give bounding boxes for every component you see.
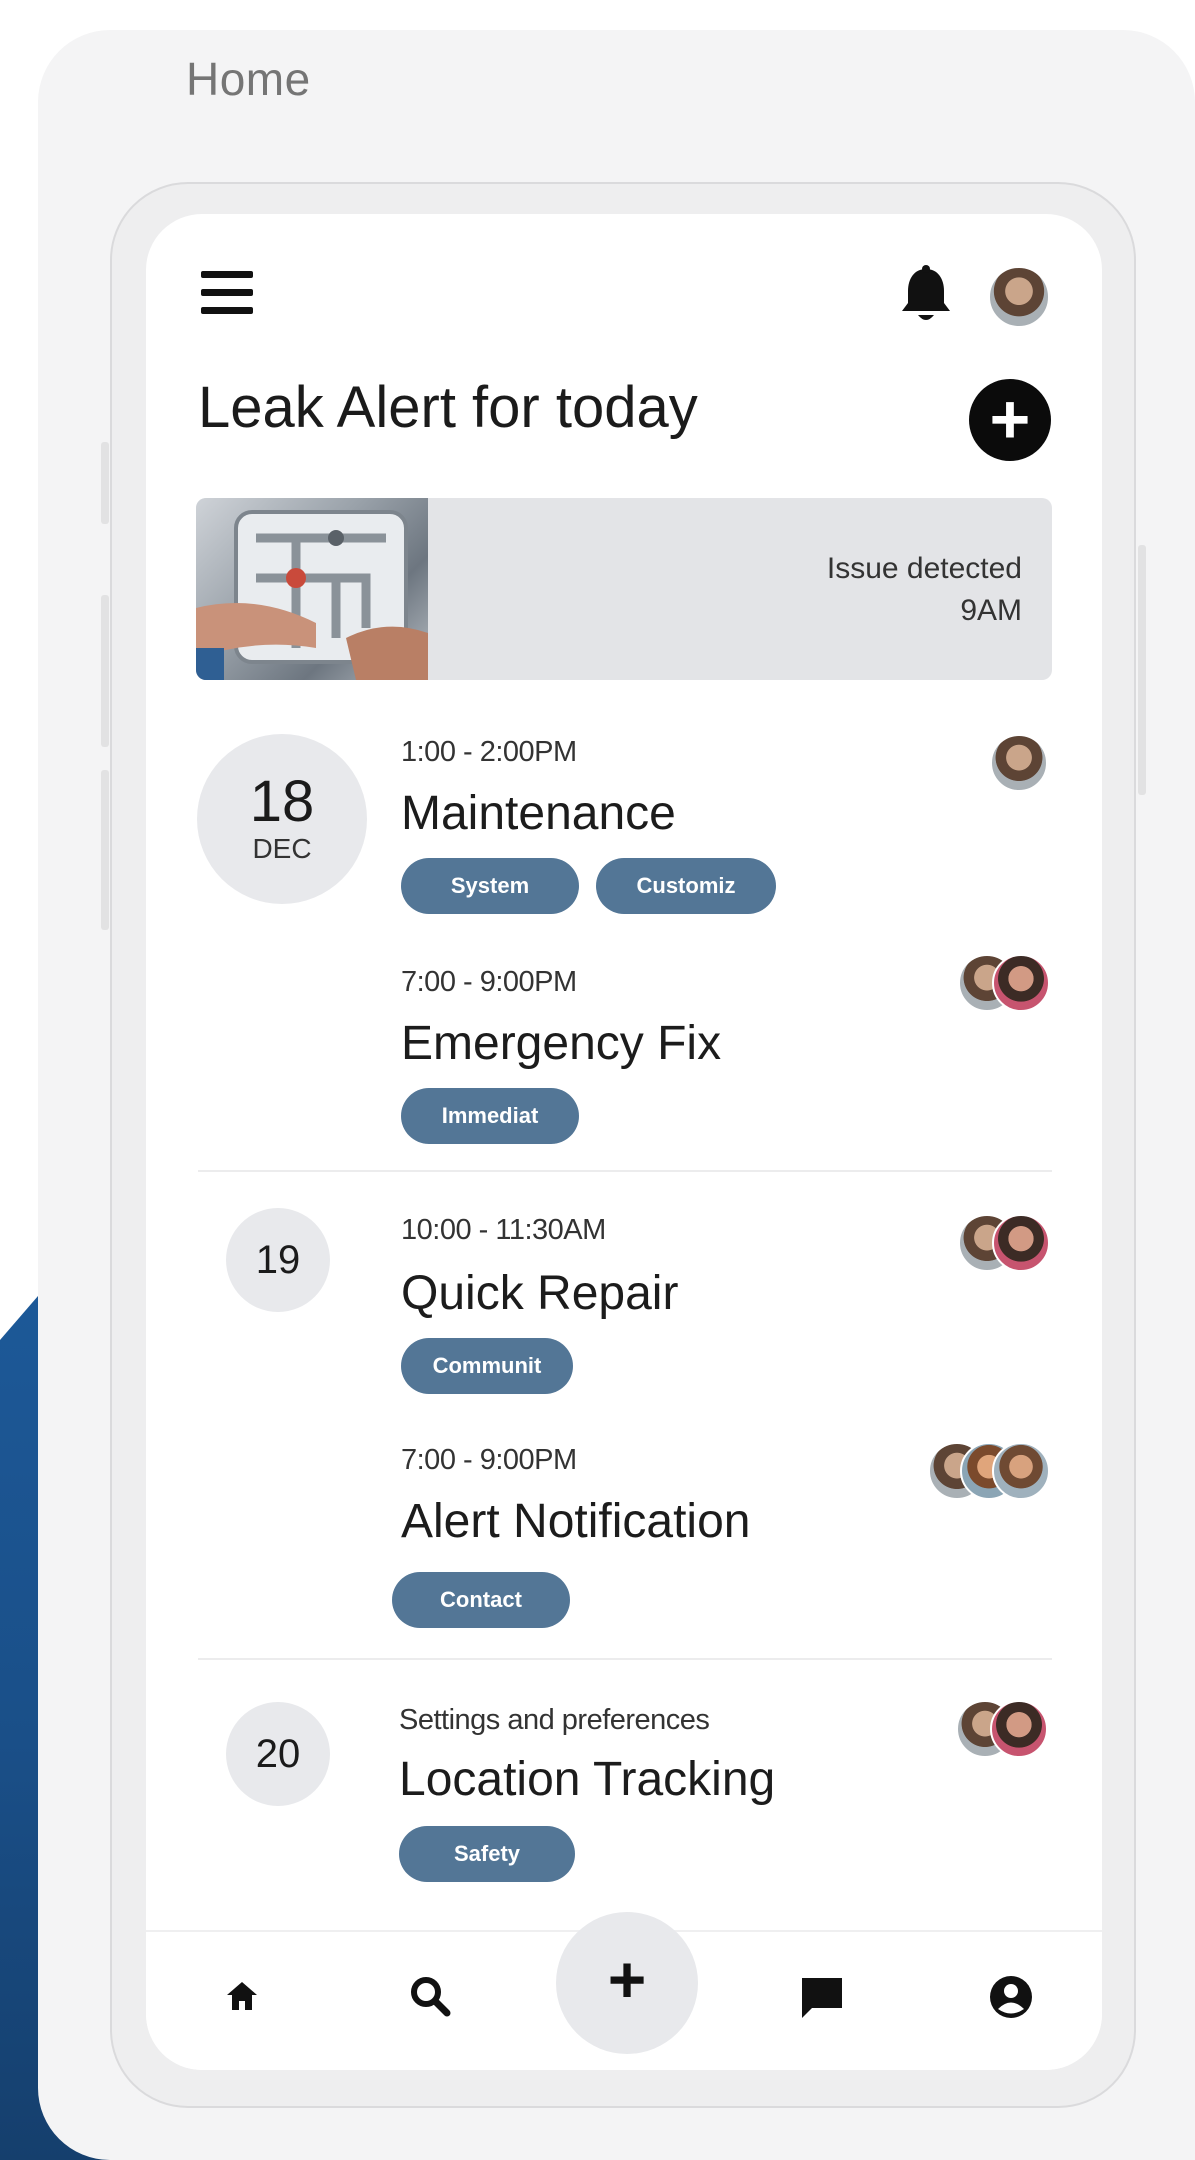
page-title: Leak Alert for today: [198, 375, 698, 440]
phone-side-button: [1138, 545, 1146, 795]
attendee-avatar: [990, 1700, 1048, 1758]
date-month: DEC: [252, 833, 312, 864]
event-time: 7:00 - 9:00PM: [401, 966, 577, 998]
plus-circle-icon[interactable]: +: [969, 379, 1051, 461]
event-tag[interactable]: Customiz: [596, 858, 776, 914]
search-icon[interactable]: [408, 1974, 452, 2023]
add-event-button[interactable]: +: [556, 1912, 698, 2054]
date-badge-19: 19: [226, 1208, 330, 1312]
chat-icon[interactable]: [798, 1974, 846, 2027]
date-day: 18: [249, 769, 315, 834]
phone-side-button: [101, 442, 109, 524]
plumbing-photo: [196, 498, 428, 680]
home-icon[interactable]: [224, 1978, 260, 2019]
event-tag[interactable]: Contact: [392, 1572, 570, 1628]
alert-time: 9AM: [960, 594, 1022, 627]
attendee-avatar: [990, 734, 1048, 792]
event-title[interactable]: Location Tracking: [399, 1752, 775, 1807]
event-time: 10:00 - 11:30AM: [401, 1214, 606, 1246]
event-title[interactable]: Maintenance: [401, 786, 676, 841]
event-time: 1:00 - 2:00PM: [401, 736, 577, 768]
date-badge-18: 18 DEC: [197, 734, 367, 904]
event-tag[interactable]: Immediat: [401, 1088, 579, 1144]
event-title[interactable]: Emergency Fix: [401, 1016, 721, 1071]
phone-screen: Leak Alert for today + Issue detected 9A…: [146, 214, 1102, 2070]
event-title[interactable]: Quick Repair: [401, 1266, 678, 1321]
breadcrumb: Home: [186, 53, 311, 105]
leak-alert-card[interactable]: Issue detected 9AM: [196, 498, 1052, 680]
bell-icon[interactable]: [898, 265, 954, 327]
event-time: 7:00 - 9:00PM: [401, 1444, 577, 1476]
event-tag[interactable]: Safety: [399, 1826, 575, 1882]
attendee-avatar: [992, 1442, 1050, 1500]
event-subtitle: Settings and preferences: [399, 1704, 710, 1736]
divider: [198, 1658, 1052, 1660]
date-badge-20: 20: [226, 1702, 330, 1806]
event-title[interactable]: Alert Notification: [401, 1494, 750, 1549]
alert-status-text: Issue detected: [826, 552, 1022, 585]
profile-avatar[interactable]: [988, 266, 1050, 328]
attendee-avatar: [992, 954, 1050, 1012]
phone-side-button: [101, 595, 109, 747]
divider: [198, 1170, 1052, 1172]
phone-side-button: [101, 770, 109, 930]
profile-icon[interactable]: [988, 1974, 1034, 2025]
hamburger-icon[interactable]: [201, 271, 253, 315]
event-tag[interactable]: Communit: [401, 1338, 573, 1394]
alert-status: Issue detected 9AM: [827, 548, 1022, 632]
event-tag[interactable]: System: [401, 858, 579, 914]
attendee-avatar: [992, 1214, 1050, 1272]
